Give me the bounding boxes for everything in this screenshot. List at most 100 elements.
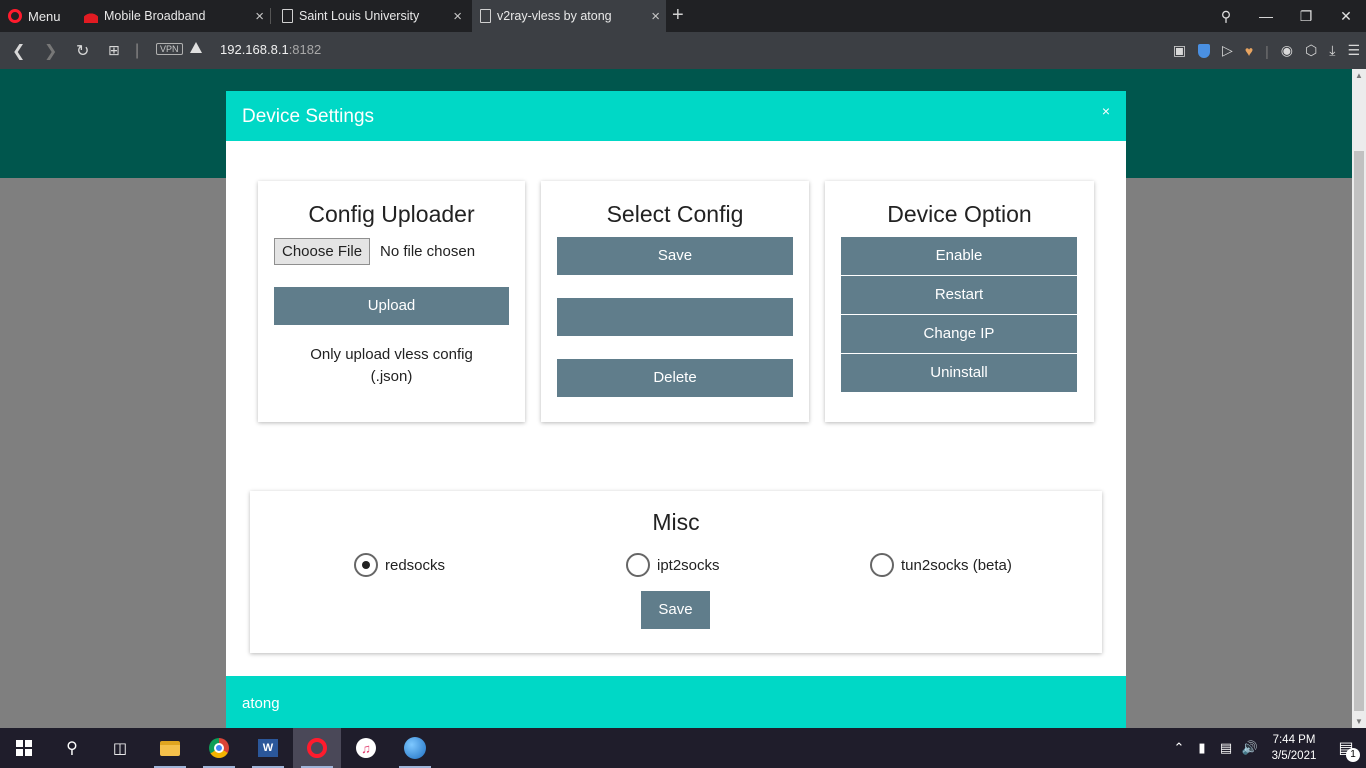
radio-button[interactable]: [354, 553, 378, 577]
close-window-icon[interactable]: ✕: [1326, 8, 1366, 25]
tab-mobile-broadband[interactable]: Mobile Broadband ×: [76, 0, 271, 32]
tab-close-icon[interactable]: ×: [651, 8, 660, 25]
show-hidden-icons-icon[interactable]: ⌃: [1168, 740, 1190, 756]
upload-note-line1: Only upload vless config: [310, 346, 473, 363]
select-config-title: Select Config: [606, 201, 744, 227]
save-config-button[interactable]: Save: [557, 237, 793, 275]
scroll-up-icon[interactable]: ▲: [1355, 71, 1363, 80]
extension-icon[interactable]: ◉: [1281, 42, 1293, 59]
modal-footer: atong: [226, 676, 1126, 728]
page-favicon-icon: [282, 9, 293, 23]
url-field[interactable]: 192.168.8.1:8182: [220, 42, 321, 57]
tab-title: Saint Louis University: [299, 9, 420, 23]
misc-card: Misc redsocks ipt2socks tun2socks (beta)…: [250, 491, 1102, 653]
clock[interactable]: 7:44 PM 3/5/2021: [1262, 732, 1326, 764]
address-bar: ❮ ❯ ↻ ⊞ | VPN 192.168.8.1:8182 ▣ ▷ ♥ | ◉…: [0, 32, 1366, 69]
scroll-down-icon[interactable]: ▼: [1355, 717, 1363, 726]
change-ip-button[interactable]: Change IP: [841, 315, 1077, 353]
browser-tab-bar: Menu Mobile Broadband × Saint Louis Univ…: [0, 0, 1366, 32]
radio-label: tun2socks (beta): [901, 556, 1012, 574]
tabs-grid-icon[interactable]: ⊞: [108, 32, 120, 69]
radio-ipt2socks[interactable]: ipt2socks: [626, 553, 720, 577]
tab-close-icon[interactable]: ×: [453, 8, 462, 25]
browser-menu-button[interactable]: Menu: [8, 0, 61, 32]
tab-title: Mobile Broadband: [104, 9, 206, 23]
system-tray: ⌃ ▮ ▤ 🔊 7:44 PM 3/5/2021 ▤ 1: [1168, 728, 1366, 768]
maximize-icon[interactable]: ❐: [1286, 8, 1326, 25]
toolbar-right-icons: ▣ ▷ ♥ | ◉ ⬡ ⤓ ☰: [1173, 32, 1360, 69]
search-tabs-icon[interactable]: ⚲: [1206, 8, 1246, 25]
restart-button[interactable]: Restart: [841, 276, 1077, 314]
choose-file-button[interactable]: Choose File: [274, 238, 371, 265]
tab-close-icon[interactable]: ×: [255, 8, 264, 25]
easy-setup-icon[interactable]: ☰: [1347, 42, 1360, 59]
select-config-card: Select Config Save Delete: [541, 181, 809, 422]
misc-title: Misc: [652, 509, 700, 535]
vpn-badge[interactable]: VPN: [156, 43, 183, 55]
windows-taskbar: ⚲ ◫ W ♫ ⌃ ▮ ▤ 🔊 7:44 PM 3/5/2021 ▤ 1: [0, 728, 1366, 768]
battery-icon[interactable]: ▮: [1190, 740, 1214, 756]
upload-button[interactable]: Upload: [274, 287, 509, 325]
heart-icon[interactable]: ♥: [1245, 43, 1253, 59]
tab-v2ray-vless[interactable]: v2ray-vless by atong ×: [472, 0, 666, 32]
radio-label: redsocks: [385, 556, 446, 574]
tab-title: v2ray-vless by atong: [497, 9, 612, 23]
uninstall-button[interactable]: Uninstall: [841, 354, 1077, 392]
config-uploader-title: Config Uploader: [308, 201, 475, 227]
itunes-taskbar-button[interactable]: ♫: [342, 728, 390, 768]
page-scrollbar[interactable]: ▲ ▼: [1352, 69, 1366, 728]
enable-button[interactable]: Enable: [841, 237, 1077, 275]
opera-icon: [307, 738, 327, 758]
action-center-button[interactable]: ▤ 1: [1326, 728, 1366, 768]
notification-count: 1: [1346, 748, 1360, 762]
radio-button[interactable]: [870, 553, 894, 577]
config-select[interactable]: [557, 298, 793, 336]
network-icon[interactable]: ▤: [1214, 740, 1238, 756]
opera-taskbar-button[interactable]: [293, 728, 341, 768]
word-icon: W: [258, 739, 278, 757]
minimize-icon[interactable]: —: [1246, 8, 1286, 24]
tab-saint-louis-university[interactable]: Saint Louis University ×: [274, 0, 468, 32]
config-uploader-card: Config Uploader Choose File No file chos…: [258, 181, 525, 422]
upload-note: Only upload vless config (.json): [258, 344, 525, 388]
task-view-icon[interactable]: ◫: [96, 728, 144, 768]
not-secure-warning-icon[interactable]: [190, 42, 202, 53]
cube-icon[interactable]: ⬡: [1305, 42, 1317, 59]
modal-title: Device Settings: [242, 106, 375, 127]
window-controls: ⚲ — ❐ ✕: [1206, 0, 1366, 32]
misc-save-button[interactable]: Save: [641, 591, 710, 629]
itunes-icon: ♫: [356, 738, 376, 758]
camera-icon[interactable]: ▣: [1173, 42, 1186, 59]
volume-icon[interactable]: 🔊: [1238, 740, 1262, 756]
send-icon[interactable]: ▷: [1222, 42, 1233, 59]
radio-tun2socks[interactable]: tun2socks (beta): [870, 553, 1012, 577]
download-icon[interactable]: ⤓: [1329, 42, 1335, 59]
app-taskbar-button[interactable]: [391, 728, 439, 768]
file-explorer-taskbar-button[interactable]: [146, 728, 194, 768]
radio-redsocks[interactable]: redsocks: [354, 553, 445, 577]
footer-text: atong: [242, 695, 280, 712]
forward-icon[interactable]: ❯: [44, 32, 57, 69]
start-button[interactable]: [0, 728, 48, 768]
new-tab-icon[interactable]: +: [672, 4, 684, 27]
radio-button[interactable]: [626, 553, 650, 577]
search-icon[interactable]: ⚲: [48, 728, 96, 768]
huawei-favicon-icon: [84, 9, 98, 23]
modal-header: Device Settings ×: [226, 91, 1126, 141]
back-icon[interactable]: ❮: [12, 32, 25, 69]
device-settings-modal: Device Settings × Config Uploader Choose…: [226, 91, 1126, 728]
clock-date: 3/5/2021: [1271, 750, 1317, 762]
shield-icon[interactable]: [1198, 43, 1211, 58]
word-taskbar-button[interactable]: W: [244, 728, 292, 768]
opera-logo-icon: [8, 9, 22, 23]
clock-time: 7:44 PM: [1272, 734, 1316, 746]
url-port: :8182: [288, 42, 322, 57]
reload-icon[interactable]: ↻: [76, 32, 89, 69]
toolbar-divider: |: [135, 41, 140, 59]
delete-config-button[interactable]: Delete: [557, 359, 793, 397]
page-favicon-icon: [480, 9, 491, 23]
file-status-text: No file chosen: [380, 243, 476, 260]
modal-close-icon[interactable]: ×: [1102, 103, 1110, 119]
scrollbar-thumb[interactable]: [1354, 151, 1364, 711]
chrome-taskbar-button[interactable]: [195, 728, 243, 768]
